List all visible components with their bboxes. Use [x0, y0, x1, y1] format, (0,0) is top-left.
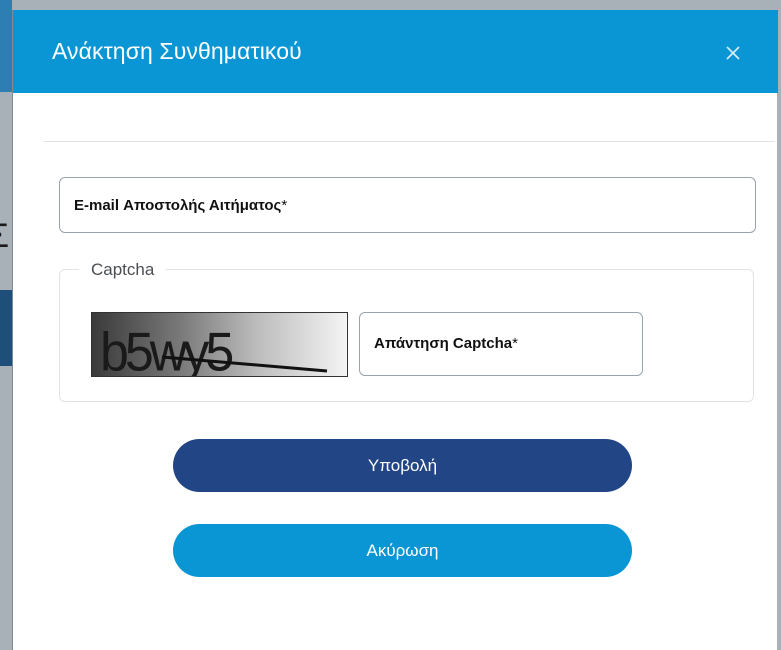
- modal-header: Ανάκτηση Συνθηματικού: [13, 10, 778, 93]
- header-divider: [44, 141, 775, 142]
- close-icon: [726, 46, 740, 60]
- close-button[interactable]: [718, 38, 748, 68]
- submit-button[interactable]: Υποβολή: [173, 439, 632, 492]
- captcha-text: b5wy5: [100, 323, 233, 377]
- background-header-strip: [0, 0, 12, 92]
- background-partial-text: Σ: [0, 216, 12, 256]
- email-field[interactable]: E-mail Αποστολής Αιτήματος*: [59, 177, 756, 233]
- modal-title: Ανάκτηση Συνθηματικού: [52, 38, 302, 64]
- password-recovery-modal: Ανάκτηση Συνθηματικού E-mail Αποστολής Α…: [12, 10, 778, 650]
- captcha-legend: Captcha: [79, 260, 167, 280]
- captcha-image: b5wy5: [91, 312, 348, 377]
- captcha-answer-field[interactable]: Απάντηση Captcha*: [359, 312, 643, 376]
- email-field-label: E-mail Αποστολής Αιτήματος*: [74, 197, 288, 214]
- background-nav-strip: [0, 290, 12, 366]
- cancel-button[interactable]: Ακύρωση: [173, 524, 632, 577]
- captcha-answer-label: Απάντηση Captcha*: [374, 335, 518, 352]
